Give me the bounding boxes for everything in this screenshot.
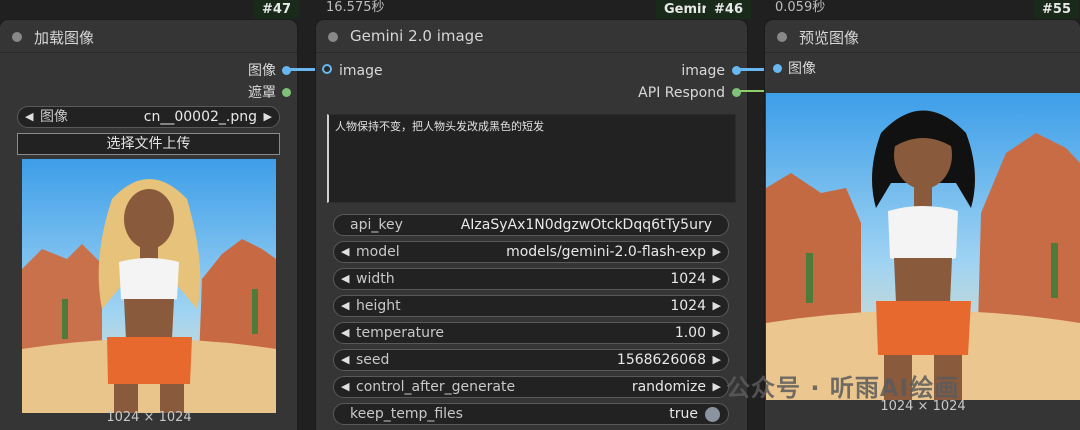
watermark: 公众号 · 听雨AI绘画 xyxy=(726,374,960,402)
output-label-image: 图像 xyxy=(248,63,276,79)
increment-arrow[interactable]: ▶ xyxy=(713,269,721,289)
widget-label: 图像 xyxy=(40,109,68,125)
widget-label: control_after_generate xyxy=(356,379,516,395)
input-label-image: image xyxy=(339,63,383,79)
widget-label: seed xyxy=(356,352,390,368)
widget-value: models/gemini-2.0-flash-exp xyxy=(506,244,706,260)
model-combo[interactable]: ◀ model models/gemini-2.0-flash-exp ▶ xyxy=(333,241,729,263)
upload-button[interactable]: 选择文件上传 xyxy=(17,133,280,155)
increment-arrow[interactable]: ▶ xyxy=(713,242,721,262)
height-number[interactable]: ◀ height 1024 ▶ xyxy=(333,295,729,317)
width-number[interactable]: ◀ width 1024 ▶ xyxy=(333,268,729,290)
node-header[interactable]: 加载图像 xyxy=(0,20,297,53)
decrement-arrow[interactable]: ◀ xyxy=(25,107,33,127)
temperature-number[interactable]: ◀ temperature 1.00 ▶ xyxy=(333,322,729,344)
image-dimensions: 1024 × 1024 xyxy=(106,410,192,425)
decrement-arrow[interactable]: ◀ xyxy=(341,296,349,316)
api-key-field[interactable]: api_key AIzaSyAx1N0dgzwOtckDqq6tTy5ury xyxy=(333,214,729,236)
output-label-image: image xyxy=(681,63,725,79)
increment-arrow[interactable]: ▶ xyxy=(713,323,721,343)
widget-value: 1.00 xyxy=(674,325,706,341)
input-label-image: 图像 xyxy=(788,61,816,77)
prompt-textarea[interactable]: 人物保持不变，把人物头发改成黑色的短发 xyxy=(327,114,736,203)
increment-arrow[interactable]: ▶ xyxy=(713,296,721,316)
widget-label: height xyxy=(356,298,401,314)
output-slot-mask[interactable] xyxy=(282,88,291,97)
collapse-dot[interactable] xyxy=(777,32,787,42)
collapse-dot[interactable] xyxy=(12,32,22,42)
widget-label: model xyxy=(356,244,400,260)
node-title: 加载图像 xyxy=(34,29,95,47)
seed-number[interactable]: ◀ seed 1568626068 ▶ xyxy=(333,349,729,371)
decrement-arrow[interactable]: ◀ xyxy=(341,269,349,289)
widget-value: 1024 xyxy=(670,298,706,314)
keep-temp-files-toggle[interactable]: keep_temp_files true xyxy=(333,403,729,425)
widget-label: keep_temp_files xyxy=(350,406,463,422)
widget-label: temperature xyxy=(356,325,444,341)
decrement-arrow[interactable]: ◀ xyxy=(341,323,349,343)
node-id-badge: #47 xyxy=(254,0,299,19)
decrement-arrow[interactable]: ◀ xyxy=(341,242,349,262)
increment-arrow[interactable]: ▶ xyxy=(713,377,721,397)
node-title: 预览图像 xyxy=(799,29,860,47)
increment-arrow[interactable]: ▶ xyxy=(713,350,721,370)
execution-time: 0.059秒 xyxy=(775,0,826,15)
input-slot-image[interactable] xyxy=(322,64,332,74)
loaded-image xyxy=(22,159,276,413)
node-id-badge: #46 xyxy=(706,0,751,19)
image-combo-widget[interactable]: ◀ 图像 cn__00002_.png ▶ xyxy=(17,106,280,128)
collapse-dot[interactable] xyxy=(328,32,338,42)
output-label-mask: 遮罩 xyxy=(248,85,276,101)
widget-value: cn__00002_.png xyxy=(143,109,257,125)
widget-value: true xyxy=(669,406,698,422)
node-header[interactable]: 预览图像 xyxy=(765,20,1080,53)
increment-arrow[interactable]: ▶ xyxy=(264,107,272,127)
preview-image xyxy=(766,93,1080,400)
widget-value: 1024 xyxy=(670,271,706,287)
widget-value: randomize xyxy=(631,379,706,395)
widget-label: width xyxy=(356,271,395,287)
output-label-api-respond: API Respond xyxy=(638,85,725,101)
node-title: Gemini 2.0 image xyxy=(350,27,484,45)
decrement-arrow[interactable]: ◀ xyxy=(341,377,349,397)
control-after-generate-combo[interactable]: ◀ control_after_generate randomize ▶ xyxy=(333,376,729,398)
execution-time: 16.575秒 xyxy=(326,0,385,15)
toggle-knob[interactable] xyxy=(705,407,720,422)
widget-label: api_key xyxy=(350,217,403,233)
decrement-arrow[interactable]: ◀ xyxy=(341,350,349,370)
widget-value: 1568626068 xyxy=(616,352,706,368)
input-slot-image[interactable] xyxy=(773,64,782,73)
node-id-badge: #55 xyxy=(1034,0,1079,19)
widget-value: AIzaSyAx1N0dgzwOtckDqq6tTy5ury xyxy=(460,217,712,233)
node-header[interactable]: Gemini 2.0 image xyxy=(316,20,747,53)
